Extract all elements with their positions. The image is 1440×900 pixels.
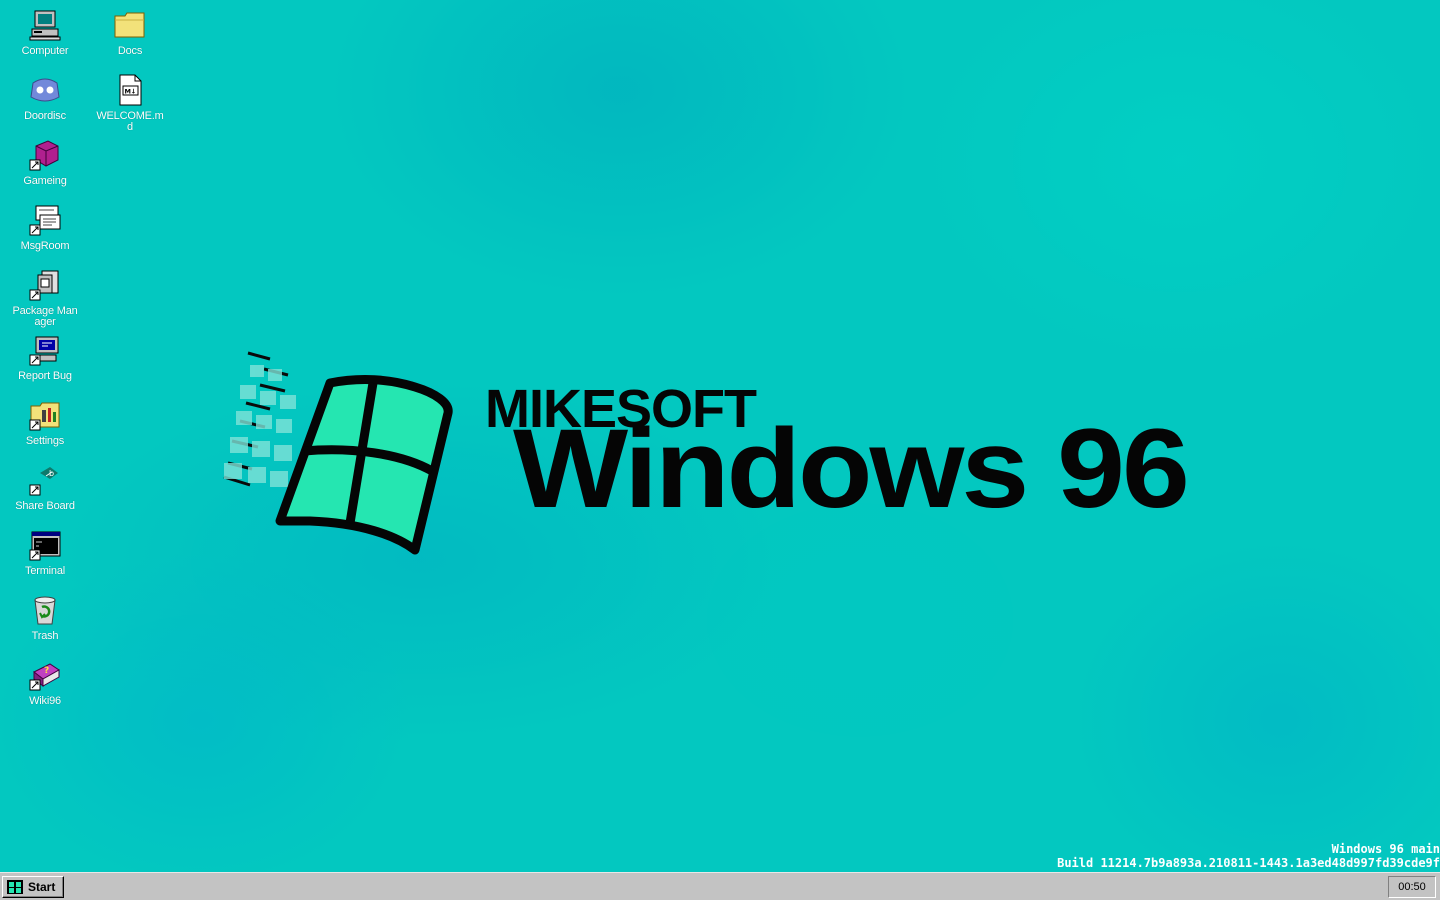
desktop-icon-docs[interactable]: Docs (95, 0, 165, 57)
doordisc-icon (30, 78, 60, 102)
taskbar: Start 00:50 (0, 872, 1440, 900)
icon-label: WELCOME.md (96, 110, 164, 133)
build-number-line: Build 11214.7b9a893a.210811-1443.1a3ed48… (1057, 856, 1440, 870)
svg-text:M↓: M↓ (125, 88, 137, 96)
icon-label: Wiki96 (29, 695, 61, 707)
report-bug-icon (29, 336, 59, 366)
build-version-line: Windows 96 main (1331, 842, 1440, 856)
brand-windows-96: Windows 96 (513, 405, 1190, 531)
desktop-icon-doordisc[interactable]: Doordisc (10, 65, 80, 122)
folder-icon (114, 12, 145, 38)
desktop-icon-settings[interactable]: Settings (10, 390, 80, 447)
wiki-book-icon: ? (29, 663, 60, 691)
icon-label: Gameing (23, 175, 67, 187)
desktop-icon-gameing[interactable]: Gameing (10, 130, 80, 187)
windows-logo-icon (7, 880, 23, 894)
desktop-icon-share-board[interactable]: b Share Board (10, 455, 80, 512)
desktop: Computer Doordisc Gameing MsgRoom Packag… (0, 0, 1440, 872)
msgroom-icon (29, 205, 61, 236)
icon-label: MsgRoom (20, 240, 70, 252)
share-board-icon: b (29, 467, 58, 496)
icon-label: Trash (31, 630, 59, 642)
desktop-icon-package-manager[interactable]: Package Manager (10, 260, 80, 328)
icon-label: Report Bug (18, 370, 72, 382)
start-label: Start (28, 880, 56, 894)
settings-folder-icon (29, 402, 60, 431)
svg-text:b: b (49, 469, 54, 478)
icon-label: Computer (21, 45, 69, 57)
taskbar-clock[interactable]: 00:50 (1388, 876, 1436, 898)
desktop-icon-msgroom[interactable]: MsgRoom (10, 195, 80, 252)
game-cube-icon (29, 140, 59, 171)
desktop-icon-report-bug[interactable]: Report Bug (10, 325, 80, 382)
computer-icon (29, 10, 61, 41)
build-info: Windows 96 main Build 11214.7b9a893a.210… (1057, 842, 1440, 870)
desktop-icon-computer[interactable]: Computer (10, 0, 80, 57)
markdown-file-icon: M↓ (119, 74, 142, 106)
icon-label: Docs (117, 45, 143, 57)
desktop-icon-trash[interactable]: Trash (10, 585, 80, 642)
icon-label: Doordisc (24, 110, 66, 122)
icon-label: Settings (25, 435, 65, 447)
desktop-icon-terminal[interactable]: Terminal (10, 520, 80, 577)
icon-label: Share Board (15, 500, 75, 512)
package-manager-icon (29, 270, 59, 301)
desktop-icon-welcome-md[interactable]: M↓ WELCOME.md (95, 65, 165, 133)
trash-icon (34, 596, 56, 625)
desktop-icon-wiki96[interactable]: ? Wiki96 (10, 650, 80, 707)
terminal-icon (29, 531, 61, 561)
svg-text:?: ? (44, 666, 49, 676)
icon-label: Terminal (25, 565, 65, 577)
start-button[interactable]: Start (2, 876, 64, 898)
